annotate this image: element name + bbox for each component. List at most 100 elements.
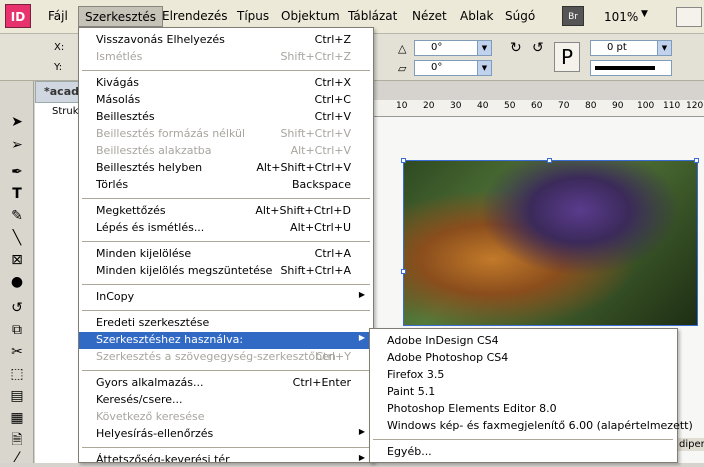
menu-item-shortcut: Alt+Ctrl+V (290, 144, 351, 157)
menu-item-cut[interactable]: Kivágás Ctrl+X (79, 75, 373, 92)
menu-separator (82, 241, 370, 242)
line-tool-icon[interactable]: ╲ (8, 229, 26, 247)
pen-tool-icon[interactable]: ✒ (8, 163, 26, 181)
submenu-item-paint[interactable]: Paint 5.1 (370, 384, 677, 401)
resize-handle[interactable] (694, 158, 699, 163)
gradient-swatch-tool-icon[interactable]: ▤ (8, 387, 26, 405)
note-tool-icon[interactable]: 🗎 (8, 431, 26, 449)
selection-tool-icon[interactable]: ➤ (8, 113, 26, 131)
menu-item-deselect-all[interactable]: Minden kijelölés megszüntetése Shift+Ctrl… (79, 263, 373, 280)
x-label: X: (54, 42, 65, 53)
menu-item-incopy[interactable]: InCopy ▶ (79, 289, 373, 306)
menu-item-edit-original[interactable]: Eredeti szerkesztése (79, 315, 373, 332)
stroke-weight-field[interactable]: 0 pt ▼ (590, 40, 672, 56)
menu-item-spelling[interactable]: Helyesírás-ellenőrzés ▶ (79, 426, 373, 443)
submenu-item-windows-viewer[interactable]: Windows kép- és faxmegjelenítő 6.00 (ala… (370, 418, 693, 435)
resize-handle[interactable] (547, 158, 552, 163)
menu-item-shortcut: Ctrl+C (314, 93, 351, 106)
pencil-tool-icon[interactable]: ✎ (8, 207, 26, 225)
app-logo: ID (5, 4, 31, 28)
gradient-feather-tool-icon[interactable]: ▦ (8, 409, 26, 427)
submenu-item-label: Paint 5.1 (387, 385, 436, 398)
menu-item-paste-into[interactable]: Beillesztés alakzatba Alt+Ctrl+V (79, 143, 373, 160)
menu-table[interactable]: Táblázat (348, 9, 397, 23)
angle-icon: △ (398, 42, 407, 55)
submenu-item-label: Windows kép- és faxmegjelenítő 6.00 (ala… (387, 419, 693, 432)
menu-item-label: Beillesztés alakzatba (96, 144, 212, 157)
submenu-item-photoshop-elements[interactable]: Photoshop Elements Editor 8.0 (370, 401, 677, 418)
ruler-mark: 80 (585, 101, 597, 111)
free-transform-tool-icon[interactable]: ⬚ (8, 365, 26, 383)
rectangle-frame-tool-icon[interactable]: ⊠ (8, 251, 26, 269)
zoom-level[interactable]: 101% (604, 10, 638, 24)
chevron-down-icon[interactable]: ▼ (477, 41, 491, 55)
ruler-mark: 10 (396, 101, 408, 111)
menu-item-paste-without-formatting[interactable]: Beillesztés formázás nélkül Shift+Ctrl+V (79, 126, 373, 143)
eyedropper-tool-icon[interactable]: ⁄ (8, 449, 26, 467)
submenu-item-indesign[interactable]: Adobe InDesign CS4 (370, 333, 677, 350)
paragraph-icon[interactable]: P (554, 42, 580, 72)
menu-type[interactable]: Típus (237, 9, 269, 23)
menu-item-label: Minden kijelölés megszüntetése (96, 264, 273, 277)
rotation-angle-field[interactable]: 0° ▼ (414, 40, 492, 56)
right-panel-label[interactable]: diperl (676, 438, 704, 451)
menu-view[interactable]: Nézet (412, 9, 447, 23)
resize-handle[interactable] (401, 158, 406, 163)
submenu-item-label: Adobe InDesign CS4 (387, 334, 499, 347)
chevron-down-icon[interactable]: ▼ (641, 9, 648, 19)
menu-item-shortcut: Ctrl+Z (314, 33, 351, 46)
menu-item-paste[interactable]: Beillesztés Ctrl+V (79, 109, 373, 126)
stroke-weight-value: 0 pt (607, 42, 627, 53)
direct-selection-tool-icon[interactable]: ➢ (8, 136, 26, 154)
menu-help[interactable]: Súgó (505, 9, 535, 23)
menu-item-edit-in-story-editor[interactable]: Szerkesztés a szövegegység-szerkesztőben… (79, 349, 373, 366)
placed-image-frame[interactable] (403, 160, 698, 326)
submenu-item-firefox[interactable]: Firefox 3.5 (370, 367, 677, 384)
menu-item-quick-apply[interactable]: Gyors alkalmazás... Ctrl+Enter (79, 375, 373, 392)
ruler-mark: 70 (558, 101, 570, 111)
menu-item-find-change[interactable]: Keresés/csere... (79, 392, 373, 409)
menu-edit[interactable]: Szerkesztés (78, 6, 164, 27)
menu-item-label: Lépés és ismétlés... (96, 221, 205, 234)
chevron-down-icon[interactable]: ▼ (477, 61, 491, 75)
scissors-tool-icon[interactable]: ✂ (8, 343, 26, 361)
menu-item-find-next[interactable]: Következő keresése (79, 409, 373, 426)
menu-item-label: Visszavonás Elhelyezés (96, 33, 225, 46)
menu-item-edit-with[interactable]: Szerkesztéshez használva: ▶ (79, 332, 373, 349)
menu-separator (373, 439, 673, 440)
menu-item-select-all[interactable]: Minden kijelölése Ctrl+A (79, 246, 373, 263)
submenu-item-photoshop[interactable]: Adobe Photoshop CS4 (370, 350, 677, 367)
menu-object[interactable]: Objektum (281, 9, 340, 23)
chevron-down-icon[interactable]: ▼ (657, 41, 671, 55)
menu-item-shortcut: Ctrl+X (314, 76, 351, 89)
rotate-ccw-icon[interactable]: ↺ (532, 40, 544, 56)
menu-item-transparency-blend-space[interactable]: Áttetszőség-keverési tér ▶ (79, 452, 373, 462)
horizontal-ruler: 10 20 30 40 50 60 70 80 90 100 110 120 (374, 100, 704, 117)
menu-item-copy[interactable]: Másolás Ctrl+C (79, 92, 373, 109)
ellipse-tool-icon[interactable]: ● (8, 273, 26, 291)
submenu-item-other[interactable]: Egyéb... (370, 444, 677, 461)
menu-item-paste-in-place[interactable]: Beillesztés helyben Alt+Shift+Ctrl+V (79, 160, 373, 177)
menu-item-undo[interactable]: Visszavonás Elhelyezés Ctrl+Z (79, 32, 373, 49)
menu-item-step-and-repeat[interactable]: Lépés és ismétlés... Alt+Ctrl+U (79, 220, 373, 237)
menu-item-shortcut: Ctrl+A (314, 247, 351, 260)
screen-mode-button[interactable] (676, 7, 702, 27)
submenu-arrow-icon: ▶ (358, 333, 365, 342)
menu-window[interactable]: Ablak (460, 9, 493, 23)
menu-separator (82, 447, 370, 448)
menu-item-shortcut: Shift+Ctrl+A (280, 264, 351, 277)
menu-layout[interactable]: Elrendezés (162, 9, 228, 23)
menu-item-clear[interactable]: Törlés Backspace (79, 177, 373, 194)
stroke-type-field[interactable] (590, 60, 672, 76)
type-tool-icon[interactable]: T (8, 185, 26, 203)
rotate-cw-icon[interactable]: ↻ (510, 40, 522, 56)
menu-item-redo[interactable]: Ismétlés Shift+Ctrl+Z (79, 49, 373, 66)
toolbox: ➤ ➢ ✒ T ✎ ╲ ⊠ ● ↺ ⧉ ✂ ⬚ ▤ ▦ 🗎 ⁄ (0, 81, 34, 466)
menu-file[interactable]: Fájl (48, 9, 68, 23)
scale-tool-icon[interactable]: ⧉ (8, 321, 26, 339)
menu-item-duplicate[interactable]: Megkettőzés Alt+Shift+Ctrl+D (79, 203, 373, 220)
bridge-button[interactable]: Br (562, 6, 584, 26)
shear-angle-field[interactable]: 0° ▼ (414, 60, 492, 76)
rotate-tool-icon[interactable]: ↺ (8, 299, 26, 317)
resize-handle[interactable] (401, 269, 406, 274)
